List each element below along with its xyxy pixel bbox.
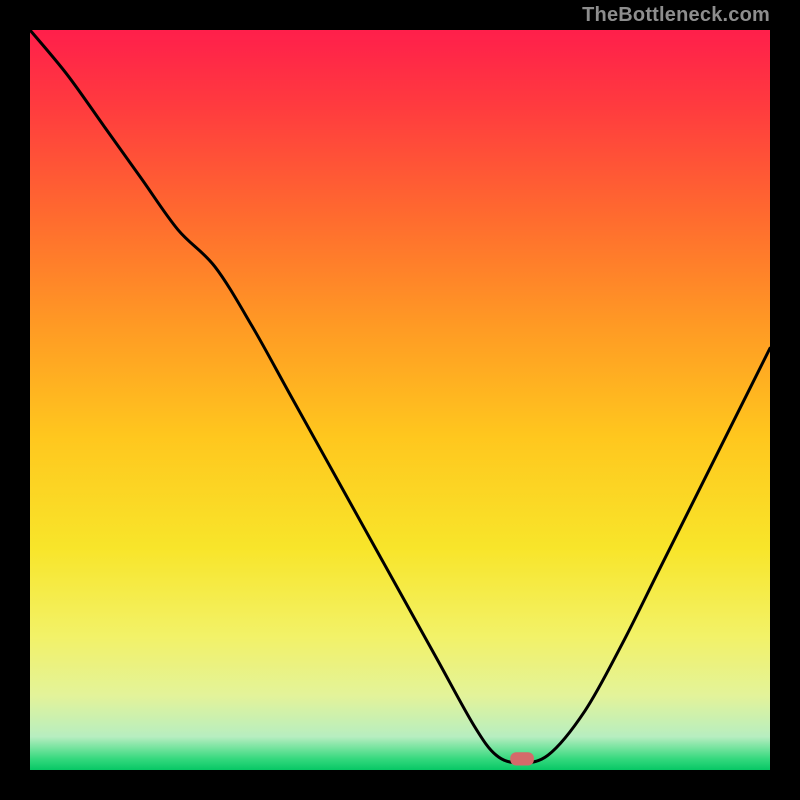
watermark-text: TheBottleneck.com bbox=[582, 4, 770, 27]
plot-area bbox=[30, 30, 770, 770]
chart-frame: TheBottleneck.com bbox=[0, 0, 800, 800]
gradient-background bbox=[30, 30, 770, 770]
optimal-point-marker bbox=[510, 752, 534, 765]
plot-svg bbox=[30, 30, 770, 770]
